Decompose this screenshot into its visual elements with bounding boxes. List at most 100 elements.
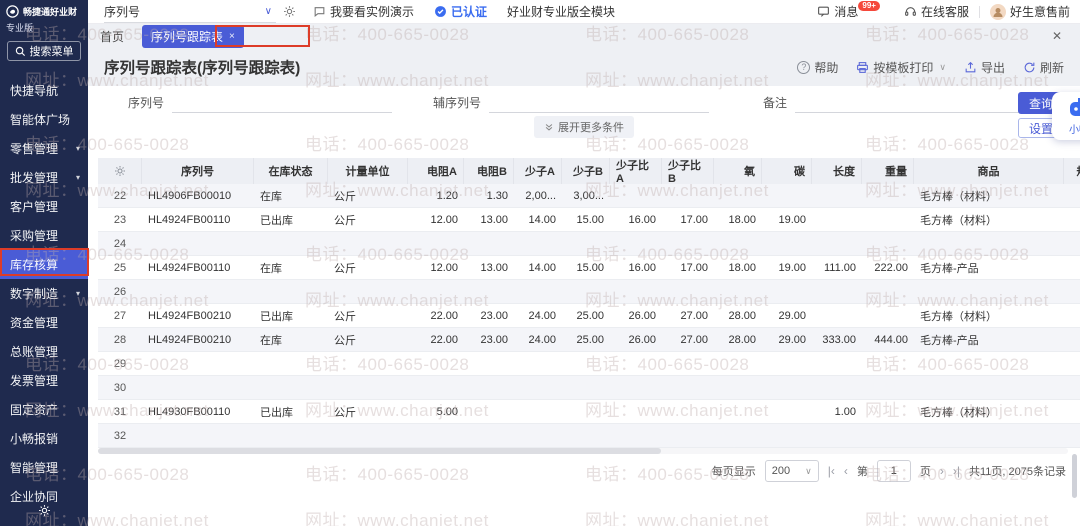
refresh-button[interactable]: 刷新 xyxy=(1023,59,1064,76)
column-header[interactable]: 少子比B xyxy=(662,158,714,184)
sidebar-item-7[interactable]: 数字制造▾ xyxy=(0,279,88,308)
sidebar-item-8[interactable]: 资金管理 xyxy=(0,308,88,337)
sidebar-item-9[interactable]: 总账管理 xyxy=(0,337,88,366)
vertical-scrollbar-thumb[interactable] xyxy=(1072,454,1077,498)
table-cell xyxy=(610,376,662,400)
horizontal-scrollbar-thumb[interactable] xyxy=(98,448,661,454)
table-cell: 14.00 xyxy=(514,256,562,280)
assistant-widget[interactable]: 小畅 xyxy=(1052,92,1080,140)
table-cell xyxy=(610,184,662,208)
sidebar-item-12[interactable]: 小畅报销 xyxy=(0,424,88,453)
column-settings-gear-icon[interactable] xyxy=(98,158,142,184)
table-row[interactable]: 24 xyxy=(98,232,1080,256)
column-header[interactable]: 少子A xyxy=(514,158,562,184)
sidebar-item-3[interactable]: 批发管理▾ xyxy=(0,163,88,192)
table-cell xyxy=(1064,280,1080,304)
prev-page-icon[interactable]: ‹ xyxy=(844,464,848,478)
table-cell xyxy=(142,352,254,376)
table-cell xyxy=(812,304,862,328)
messages-button[interactable]: 消息 99+ xyxy=(817,3,884,20)
sidebar-item-11[interactable]: 固定资产 xyxy=(0,395,88,424)
column-header[interactable]: 在库状态 xyxy=(254,158,328,184)
column-header[interactable]: 长度 xyxy=(812,158,862,184)
table-cell xyxy=(762,232,812,256)
table-row[interactable]: 22HL4906FB00010在库公斤1.201.302,00...3,00..… xyxy=(98,184,1080,208)
sidebar-item-4[interactable]: 客户管理 xyxy=(0,192,88,221)
sidebar-item-2[interactable]: 零售管理▾ xyxy=(0,134,88,163)
first-page-icon[interactable]: |‹ xyxy=(828,464,835,478)
column-header[interactable]: 电阻A xyxy=(408,158,464,184)
sidebar-item-10[interactable]: 发票管理 xyxy=(0,366,88,395)
table-body: 22HL4906FB00010在库公斤1.201.302,00...3,00..… xyxy=(98,184,1080,448)
table-row[interactable]: 25HL4924FB00110在库公斤12.0013.0014.0015.001… xyxy=(98,256,1080,280)
column-header[interactable]: 重量 xyxy=(862,158,914,184)
tab-home[interactable]: 首页 xyxy=(100,28,124,45)
sidebar-settings-gear-icon[interactable] xyxy=(0,504,88,522)
column-header[interactable]: 少子B xyxy=(562,158,610,184)
table-cell: 27.00 xyxy=(662,304,714,328)
column-header[interactable]: 氧 xyxy=(714,158,762,184)
table-row[interactable]: 28HL4924FB00210在库公斤22.0023.0024.0025.002… xyxy=(98,328,1080,352)
chevron-down-icon: ▾ xyxy=(76,289,80,298)
table-cell xyxy=(862,184,914,208)
table-row[interactable]: 32 xyxy=(98,424,1080,448)
global-search-select[interactable]: 序列号 ∨ xyxy=(104,1,276,23)
sidebar-item-0[interactable]: 快捷导航 xyxy=(0,76,88,105)
column-header[interactable]: 计量单位 xyxy=(328,158,408,184)
sidebar-item-label: 发票管理 xyxy=(10,372,58,389)
table-cell xyxy=(328,376,408,400)
column-header[interactable]: 少子比A xyxy=(610,158,662,184)
sidebar-item-1[interactable]: 智能体广场 xyxy=(0,105,88,134)
messages-count-badge: 99+ xyxy=(858,1,880,11)
table-cell xyxy=(328,424,408,448)
table-cell xyxy=(1064,424,1080,448)
column-header[interactable]: 电阻B xyxy=(464,158,514,184)
table-cell xyxy=(762,352,812,376)
tab-serial-tracking[interactable]: 序列号跟踪表 × xyxy=(142,25,244,48)
sidebar-item-13[interactable]: 智能管理 xyxy=(0,453,88,482)
table-row[interactable]: 27HL4924FB00210已出库公斤22.0023.0024.0025.00… xyxy=(98,304,1080,328)
export-button[interactable]: 导出 xyxy=(964,59,1005,76)
filter-serial-input[interactable] xyxy=(172,95,392,113)
column-header[interactable]: 序列号 xyxy=(142,158,254,184)
column-header[interactable]: 碳 xyxy=(762,158,812,184)
help-button[interactable]: ? 帮助 xyxy=(797,59,838,76)
filter-remark-input[interactable] xyxy=(795,95,1020,113)
sidebar-item-14[interactable]: 企业协同 xyxy=(0,482,88,502)
app-logo[interactable]: 畅捷通好业财 xyxy=(0,0,88,19)
table-cell: 3,00... xyxy=(562,184,610,208)
certified-badge[interactable]: 已认证 xyxy=(434,3,487,20)
last-page-icon[interactable]: ›| xyxy=(953,464,960,478)
table-row[interactable]: 26 xyxy=(98,280,1080,304)
sidebar-search-button[interactable]: 搜索菜单 xyxy=(7,41,81,61)
tab-close-icon[interactable]: × xyxy=(229,31,235,42)
page-number-input[interactable]: 1 xyxy=(877,460,911,482)
settings-gear-icon[interactable] xyxy=(283,5,296,18)
close-icon[interactable]: ✕ xyxy=(1052,29,1062,43)
column-header[interactable]: 商品 xyxy=(914,158,1064,184)
horizontal-scrollbar[interactable] xyxy=(98,448,1068,454)
table-row[interactable]: 31HL4930FB00110已出库公斤5.001.00毛方棒（材料） xyxy=(98,400,1080,424)
table-cell xyxy=(862,376,914,400)
table-row[interactable]: 23HL4924FB00110已出库公斤12.0013.0014.0015.00… xyxy=(98,208,1080,232)
table-row[interactable]: 30 xyxy=(98,376,1080,400)
user-menu[interactable]: 好生意售前 xyxy=(990,3,1070,20)
logo-icon xyxy=(5,4,20,19)
next-page-icon[interactable]: › xyxy=(940,464,944,478)
table-cell: 28.00 xyxy=(714,328,762,352)
demo-link[interactable]: 我要看实例演示 xyxy=(313,3,414,20)
print-by-template-button[interactable]: 按模板打印 ∨ xyxy=(856,59,946,76)
support-button[interactable]: 在线客服 xyxy=(904,3,969,20)
table-cell xyxy=(662,232,714,256)
per-page-select[interactable]: 200 ∨ xyxy=(765,460,819,482)
expand-more-conditions-button[interactable]: 展开更多条件 xyxy=(534,116,634,138)
table-cell: 15.00 xyxy=(562,208,610,232)
table-cell: 1.30 xyxy=(464,184,514,208)
table-row[interactable]: 29 xyxy=(98,352,1080,376)
table-cell xyxy=(408,352,464,376)
sidebar-item-5[interactable]: 采购管理 xyxy=(0,221,88,250)
column-header[interactable]: 规格型号 xyxy=(1064,158,1080,184)
sidebar-item-6[interactable]: 库存核算 xyxy=(0,250,88,279)
help-icon: ? xyxy=(797,61,810,74)
filter-aux-serial-input[interactable] xyxy=(489,95,709,113)
